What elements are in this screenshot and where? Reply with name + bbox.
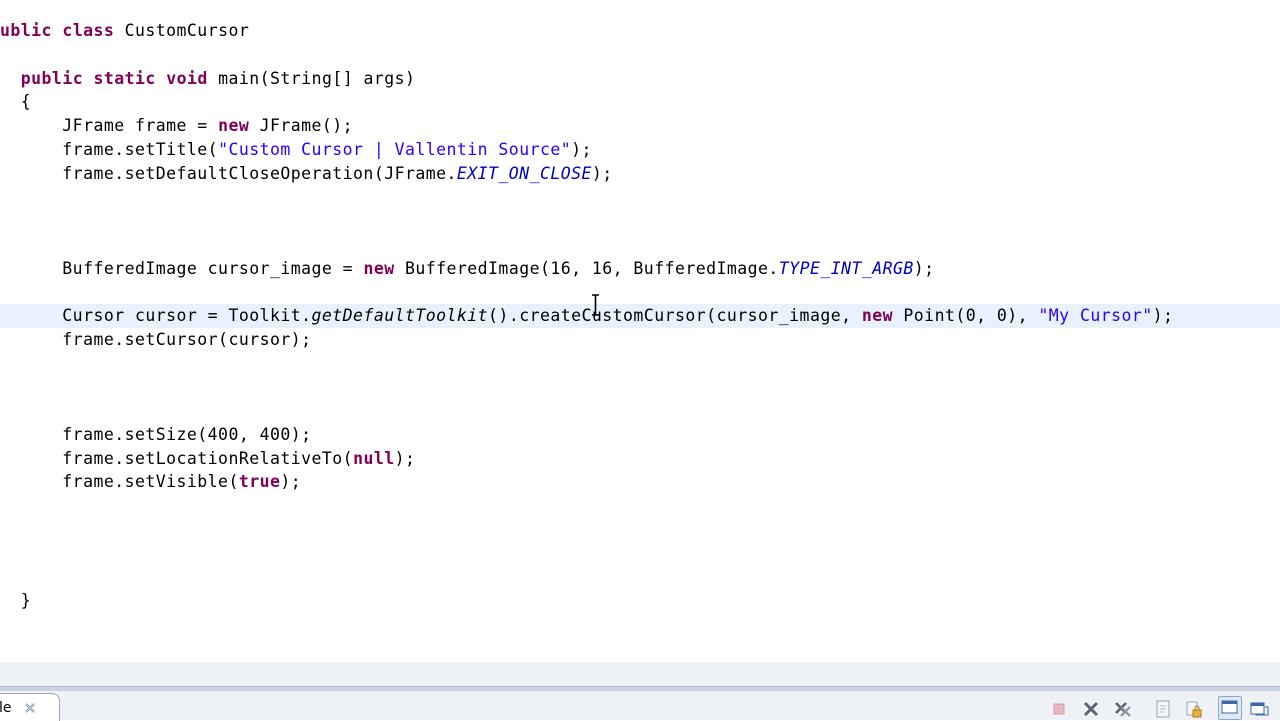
code-line[interactable]: ublic class CustomCursor <box>0 19 1280 43</box>
code-token: main(String[] args) <box>207 68 416 88</box>
code-token: static <box>93 68 156 88</box>
text-cursor-icon <box>592 294 599 316</box>
code-line[interactable] <box>0 494 1280 518</box>
terminate-icon[interactable] <box>1048 698 1070 720</box>
code-line[interactable] <box>0 542 1280 566</box>
code-token: "My Cursor" <box>1038 306 1153 325</box>
code-line[interactable]: JFrame frame = new JFrame(); <box>0 114 1280 138</box>
tab-console[interactable]: le <box>0 693 60 721</box>
scroll-lock-icon[interactable] <box>1182 698 1204 720</box>
code-token: frame.setLocationRelativeTo( <box>0 448 354 468</box>
close-icon[interactable] <box>23 701 37 715</box>
code-token: frame.setCursor(cursor); <box>0 329 312 349</box>
console-toolbar <box>1040 696 1280 720</box>
code-token: ); <box>280 472 302 492</box>
code-line[interactable] <box>0 375 1280 399</box>
code-token: void <box>166 68 208 88</box>
code-token: null <box>353 448 395 468</box>
code-line[interactable]: Cursor cursor = Toolkit.getDefaultToolki… <box>0 304 1280 328</box>
code-line[interactable]: frame.setCursor(cursor); <box>0 328 1280 352</box>
code-token: Cursor cursor = Toolkit. <box>0 306 312 325</box>
code-line[interactable] <box>0 185 1280 209</box>
code-token: { <box>0 92 32 112</box>
code-line[interactable] <box>0 399 1280 423</box>
remove-all-terminated-icon[interactable] <box>1112 698 1134 720</box>
code-editor[interactable]: ublic class CustomCursor public static v… <box>0 0 1280 662</box>
code-line[interactable] <box>0 518 1280 542</box>
code-line[interactable]: { <box>0 90 1280 114</box>
panel-divider[interactable] <box>0 686 1280 691</box>
code-token: CustomCursor <box>114 21 250 40</box>
code-line[interactable]: public static void main(String[] args) <box>0 67 1280 91</box>
code-token: JFrame frame = <box>0 116 219 135</box>
code-token: Point(0, 0), <box>893 306 1039 325</box>
code-token: ); <box>591 163 613 183</box>
code-token: class <box>62 21 115 40</box>
code-token: EXIT_ON_CLOSE <box>456 163 592 183</box>
code-token: ublic <box>0 21 52 40</box>
code-token: ); <box>394 448 416 468</box>
code-token: frame.setDefaultCloseOperation(JFrame. <box>0 163 457 183</box>
tab-console-label: le <box>0 700 12 716</box>
code-line[interactable]: BufferedImage cursor_image = new Buffere… <box>0 257 1280 281</box>
code-token: ); <box>1152 306 1174 325</box>
code-line[interactable] <box>0 565 1280 589</box>
code-line[interactable]: } <box>0 589 1280 613</box>
clear-console-icon[interactable] <box>1152 698 1174 720</box>
code-token: new <box>218 116 250 135</box>
code-token: public <box>20 68 84 88</box>
code-token: ); <box>913 258 935 278</box>
code-token: BufferedImage cursor_image = <box>0 258 364 278</box>
display-selected-console-icon[interactable] <box>1218 696 1242 720</box>
code-token: "Custom Cursor | Vallentin Source" <box>218 139 572 159</box>
code-line[interactable]: frame.setLocationRelativeTo(null); <box>0 447 1280 471</box>
code-line[interactable] <box>0 352 1280 376</box>
code-line[interactable]: frame.setSize(400, 400); <box>0 423 1280 447</box>
code-token: ().createCustomCursor(cursor_image, <box>488 306 862 325</box>
code-line[interactable] <box>0 233 1280 257</box>
remove-launch-icon[interactable] <box>1080 698 1102 720</box>
code-token: JFrame(); <box>249 116 354 135</box>
code-token: frame.setTitle( <box>0 139 219 159</box>
code-token: TYPE_INT_ARGB <box>778 258 914 278</box>
code-token: frame.setSize(400, 400); <box>0 424 312 444</box>
code-token: BufferedImage(16, 16, BufferedImage. <box>394 258 779 278</box>
code-line[interactable] <box>0 43 1280 67</box>
open-console-icon[interactable] <box>1248 698 1270 720</box>
code-line[interactable] <box>0 209 1280 233</box>
code-line[interactable]: frame.setVisible(true); <box>0 470 1280 494</box>
code-token: new <box>363 258 395 278</box>
code-token: frame.setVisible( <box>0 472 239 492</box>
code-line[interactable]: frame.setDefaultCloseOperation(JFrame.EX… <box>0 162 1280 186</box>
code-token: } <box>0 591 32 610</box>
code-token: new <box>861 306 894 325</box>
code-token: getDefaultToolkit <box>311 306 489 325</box>
code-token: ); <box>571 139 592 159</box>
code-line[interactable]: frame.setTitle("Custom Cursor | Vallenti… <box>0 138 1280 162</box>
code-line[interactable] <box>0 280 1280 304</box>
code-token: true <box>238 472 281 492</box>
